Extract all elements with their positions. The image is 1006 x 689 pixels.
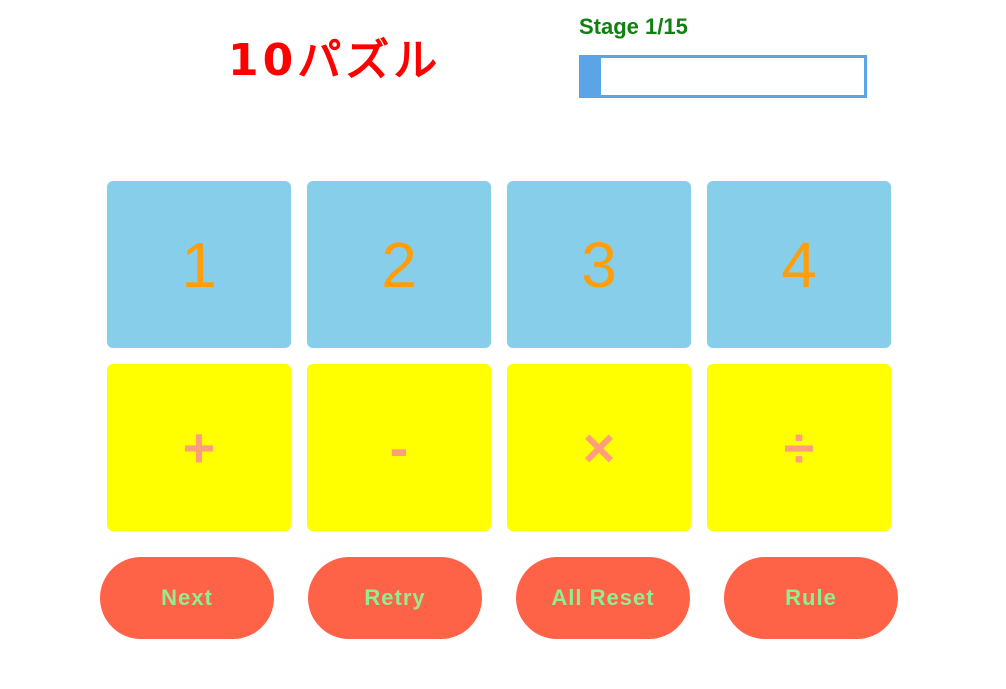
game-page: 10パズル Stage 1/15 1 2 3 4 + - × ÷ Next Re… bbox=[0, 0, 1006, 689]
operator-tile-multiply[interactable]: × bbox=[507, 364, 691, 531]
next-button[interactable]: Next bbox=[100, 557, 274, 639]
stage-progress-fill bbox=[582, 58, 601, 95]
control-buttons: Next Retry All Reset Rule bbox=[100, 557, 898, 639]
rule-button[interactable]: Rule bbox=[724, 557, 898, 639]
operator-tile-divide[interactable]: ÷ bbox=[707, 364, 891, 531]
number-tile-2[interactable]: 2 bbox=[307, 181, 491, 348]
stage-label: Stage 1/15 bbox=[579, 14, 688, 39]
number-tile-1[interactable]: 1 bbox=[107, 181, 291, 348]
operator-tile-minus[interactable]: - bbox=[307, 364, 491, 531]
number-tile-3[interactable]: 3 bbox=[507, 181, 691, 348]
number-tiles-row: 1 2 3 4 bbox=[107, 181, 891, 348]
operator-tiles-row: + - × ÷ bbox=[107, 364, 891, 531]
retry-button[interactable]: Retry bbox=[308, 557, 482, 639]
number-tile-4[interactable]: 4 bbox=[707, 181, 891, 348]
game-title: 10パズル bbox=[228, 35, 442, 86]
stage-progress-bar bbox=[579, 55, 867, 98]
all-reset-button[interactable]: All Reset bbox=[516, 557, 690, 639]
operator-tile-plus[interactable]: + bbox=[107, 364, 291, 531]
